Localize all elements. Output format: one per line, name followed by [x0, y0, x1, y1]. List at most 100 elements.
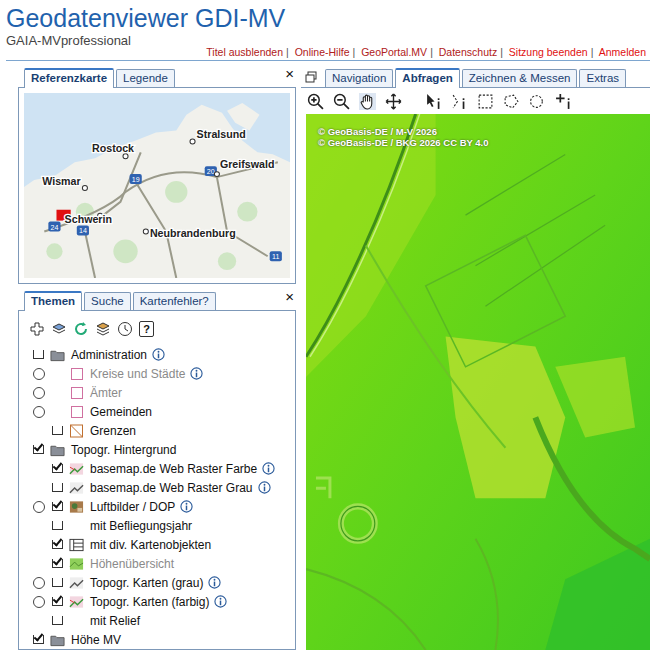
theme-label: Grenzen	[90, 424, 136, 438]
theme-row[interactable]: basemap.de Web Raster Farbe	[29, 459, 291, 478]
theme-row[interactable]: mit Relief	[29, 611, 291, 630]
layers-icon[interactable]	[51, 321, 67, 337]
map-tab[interactable]: Extras	[579, 69, 626, 87]
line-query-icon[interactable]	[451, 93, 468, 110]
theme-row[interactable]: Topogr. Karten (grau)	[29, 573, 291, 592]
radio-button[interactable]	[33, 406, 45, 418]
checkbox[interactable]	[52, 483, 63, 492]
themes-tab[interactable]: Kartenfehler?	[133, 292, 216, 310]
close-button[interactable]: ×	[283, 67, 296, 81]
theme-row[interactable]: Topogr. Hintergrund	[29, 440, 291, 459]
reference-tab[interactable]: Referenzkarte	[24, 68, 114, 88]
point-query-icon[interactable]	[555, 93, 572, 110]
checkbox[interactable]	[52, 578, 63, 587]
city-label: Stralsund	[197, 128, 246, 140]
map-view[interactable]: © GeoBasis-DE / M-V 2026© GeoBasis-DE / …	[306, 114, 650, 650]
road-number: 14	[79, 228, 87, 235]
theme-label: Topogr. Karten (farbig)	[90, 595, 209, 609]
checkbox[interactable]	[52, 521, 63, 530]
road-number: 19	[132, 176, 140, 183]
info-icon[interactable]	[152, 348, 165, 361]
info-icon[interactable]	[258, 481, 271, 494]
help-button[interactable]: ?	[139, 321, 154, 337]
close-button[interactable]: ×	[283, 290, 296, 304]
radio-button[interactable]	[33, 501, 45, 513]
theme-row[interactable]: Ämter	[29, 383, 291, 402]
info-pointer-icon[interactable]	[425, 93, 442, 110]
checkbox[interactable]	[52, 559, 63, 568]
grey-map-icon	[69, 576, 84, 590]
checkbox[interactable]	[33, 445, 44, 454]
app-title: Geodatenviewer GDI-MV	[6, 3, 650, 33]
theme-row[interactable]: Höhenübersicht	[29, 554, 291, 573]
folder-icon	[50, 633, 65, 647]
info-icon[interactable]	[208, 576, 221, 589]
layers-order-icon[interactable]	[95, 321, 111, 337]
checkbox[interactable]	[52, 540, 63, 549]
theme-label: Ämter	[90, 386, 122, 400]
checkbox[interactable]	[33, 350, 44, 359]
pan-hand-icon[interactable]	[359, 93, 376, 110]
theme-row[interactable]: Topogr. Karten (farbig)	[29, 592, 291, 611]
map-tab[interactable]: Navigation	[325, 69, 393, 87]
circle-query-icon[interactable]	[529, 93, 546, 110]
header-link[interactable]: Online-Hilfe	[295, 46, 350, 58]
add-icon[interactable]	[29, 321, 45, 337]
header-link[interactable]: Sitzung beenden	[509, 46, 588, 58]
checkbox[interactable]	[52, 597, 63, 606]
undock-icon[interactable]	[305, 71, 317, 83]
reference-tab[interactable]: Legende	[116, 69, 175, 87]
theme-row[interactable]: basemap.de Web Raster Grau	[29, 478, 291, 497]
theme-label: Luftbilder / DOP	[90, 500, 175, 514]
refresh-icon[interactable]	[73, 321, 89, 337]
polygon-query-icon[interactable]	[503, 93, 520, 110]
theme-row[interactable]: mit Befliegungsjahr	[29, 516, 291, 535]
radio-button[interactable]	[33, 368, 45, 380]
theme-label: mit div. Kartenobjekten	[90, 538, 211, 552]
header-link[interactable]: Datenschutz	[439, 46, 497, 58]
copyright-line: © GeoBasis-DE / M-V 2026	[318, 126, 489, 137]
move-icon[interactable]	[385, 93, 402, 110]
radio-button[interactable]	[33, 387, 45, 399]
theme-label: Topogr. Karten (grau)	[90, 576, 203, 590]
themes-toolbar: ?	[29, 319, 291, 339]
theme-row[interactable]: Luftbilder / DOP	[29, 497, 291, 516]
themes-tabs: ThemenSucheKartenfehler? ×	[18, 290, 296, 311]
zoom-out-icon[interactable]	[333, 93, 350, 110]
theme-row[interactable]: Kreise und Städte	[29, 364, 291, 383]
themes-tree: Administration Kreise und Städte Ämter G…	[29, 345, 291, 649]
map-objects-icon	[69, 538, 84, 552]
clock-icon[interactable]	[117, 321, 133, 337]
raster-map-icon	[69, 595, 84, 609]
theme-label: Höhenübersicht	[90, 557, 174, 571]
map-tab[interactable]: Abfragen	[395, 68, 459, 88]
map-tab[interactable]: Zeichnen & Messen	[462, 69, 578, 87]
theme-row[interactable]: Gemeinden	[29, 402, 291, 421]
checkbox[interactable]	[52, 464, 63, 473]
reference-map[interactable]: 1920241411StralsundRostockGreifswaldWism…	[18, 88, 296, 284]
theme-row[interactable]: mit div. Kartenobjekten	[29, 535, 291, 554]
header-link[interactable]: Titel ausblenden	[206, 46, 283, 58]
city-label: Neubrandenburg	[150, 228, 236, 240]
info-icon[interactable]	[180, 500, 193, 513]
themes-tab[interactable]: Themen	[24, 291, 82, 311]
themes-tab[interactable]: Suche	[84, 292, 131, 310]
checkbox[interactable]	[52, 616, 63, 625]
theme-row[interactable]: Höhe MV	[29, 630, 291, 649]
info-icon[interactable]	[190, 367, 203, 380]
checkbox[interactable]	[52, 426, 63, 435]
theme-row[interactable]: Administration	[29, 345, 291, 364]
header-link[interactable]: GeoPortal.MV	[361, 46, 427, 58]
theme-row[interactable]: Grenzen	[29, 421, 291, 440]
city-label: Wismar	[42, 175, 80, 187]
grey-map-icon	[69, 481, 84, 495]
checkbox[interactable]	[33, 635, 44, 644]
zoom-in-icon[interactable]	[307, 93, 324, 110]
rectangle-query-icon[interactable]	[477, 93, 494, 110]
info-icon[interactable]	[214, 595, 227, 608]
info-icon[interactable]	[262, 462, 275, 475]
radio-button[interactable]	[33, 577, 45, 589]
checkbox[interactable]	[52, 502, 63, 511]
radio-button[interactable]	[33, 596, 45, 608]
header-link[interactable]: Anmelden	[599, 46, 646, 58]
